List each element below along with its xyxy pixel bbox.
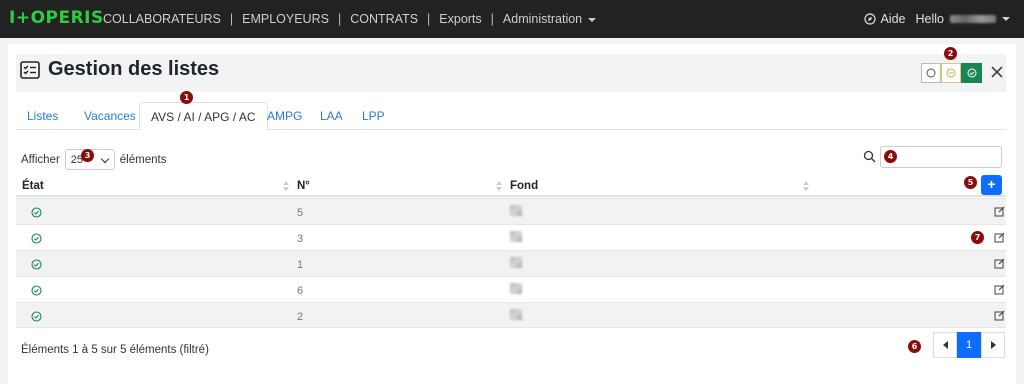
- chevron-down-icon: [100, 154, 110, 164]
- callout-badge: 1: [180, 91, 193, 104]
- status-filter-group: [921, 63, 982, 83]
- nav-contrats[interactable]: CONTRATS: [350, 12, 418, 26]
- nav-exports[interactable]: Exports: [439, 12, 481, 26]
- length-suffix: éléments: [119, 153, 167, 166]
- callout-badge: 7: [971, 231, 984, 244]
- callout-badge: 3: [81, 149, 94, 162]
- edit-icon[interactable]: [994, 310, 1005, 321]
- table-header: État N° Fond: [16, 175, 1006, 197]
- help-label: Aide: [880, 12, 906, 26]
- check-circle-icon: [31, 311, 42, 322]
- redacted-username: [950, 15, 996, 23]
- check-circle-icon: [967, 68, 976, 78]
- page-button[interactable]: 1: [957, 332, 981, 358]
- callout-badge: 2: [944, 47, 957, 60]
- nav-administration-label: Administration: [502, 12, 583, 26]
- list-icon: [20, 60, 40, 79]
- redacted-fond: [510, 231, 522, 242]
- page-length-control: Afficher 25 éléments: [21, 149, 166, 170]
- nav-collaborateurs[interactable]: COLLABORATEURS: [103, 12, 221, 26]
- redacted-fond: [510, 283, 522, 294]
- filter-active-button[interactable]: [961, 63, 982, 83]
- lists-card: Gestion des listes 2 Listes Vacances AVS…: [8, 44, 1016, 384]
- column-header-fond[interactable]: Fond: [510, 180, 538, 192]
- user-greeting: Hello: [915, 12, 945, 26]
- next-page-button[interactable]: [981, 332, 1005, 358]
- user-menu[interactable]: Hello: [915, 12, 1010, 26]
- minus-circle-icon: [946, 68, 956, 78]
- check-circle-icon: [31, 233, 42, 244]
- row-number: 2: [297, 311, 304, 323]
- tab-lpp[interactable]: LPP: [351, 102, 396, 130]
- tab-bar: Listes Vacances AVS / AI / APG / AC AMPG…: [16, 102, 1006, 131]
- check-circle-icon: [31, 207, 42, 218]
- compass-icon: [864, 13, 877, 25]
- filter-all-button[interactable]: [921, 63, 941, 83]
- table-row[interactable]: 1: [16, 250, 1006, 276]
- main-nav: COLLABORATEURS | EMPLOYEURS | CONTRATS |…: [103, 12, 597, 26]
- tab-avs[interactable]: AVS / AI / APG / AC: [139, 102, 268, 131]
- prev-page-button[interactable]: [933, 332, 957, 358]
- callout-badge: 4: [884, 150, 897, 163]
- nav-separator: |: [427, 12, 431, 26]
- caret-down-icon: [1002, 17, 1010, 21]
- edit-icon[interactable]: [994, 206, 1005, 217]
- arrow-left-icon: [942, 341, 948, 349]
- redacted-fond: [510, 309, 522, 320]
- row-number: 3: [297, 233, 304, 245]
- tab-ampg[interactable]: AMPG: [256, 102, 313, 130]
- help-link[interactable]: Aide: [864, 12, 906, 26]
- nav-right: Aide Hello: [864, 12, 1010, 26]
- sort-icon[interactable]: [496, 181, 502, 191]
- table-info: Éléments 1 à 5 sur 5 éléments (filtré): [21, 344, 209, 356]
- search-icon: [863, 150, 876, 163]
- nav-separator: |: [337, 12, 342, 26]
- top-navbar: I+OPERIS COLLABORATEURS | EMPLOYEURS | C…: [0, 0, 1024, 38]
- nav-separator: |: [229, 12, 234, 26]
- table-row[interactable]: 3: [16, 224, 1006, 250]
- close-icon[interactable]: [990, 63, 1004, 81]
- brand-logo[interactable]: I+OPERIS: [9, 8, 104, 28]
- sort-icon[interactable]: [803, 181, 809, 191]
- callout-badge: 5: [964, 176, 977, 189]
- nav-employeurs[interactable]: EMPLOYEURS: [242, 12, 329, 26]
- search-input[interactable]: [880, 146, 1002, 168]
- check-circle-icon: [31, 285, 42, 296]
- row-number: 6: [297, 285, 304, 297]
- row-number: 5: [297, 207, 304, 219]
- tab-vacances[interactable]: Vacances: [73, 102, 147, 130]
- redacted-fond: [510, 257, 522, 268]
- column-header-etat[interactable]: État: [22, 180, 44, 192]
- nav-separator: |: [490, 12, 494, 26]
- tab-listes[interactable]: Listes: [16, 102, 69, 130]
- filter-inactive-button[interactable]: [941, 63, 961, 83]
- edit-icon[interactable]: [994, 284, 1005, 295]
- length-prefix: Afficher: [21, 153, 60, 166]
- caret-down-icon: [588, 17, 597, 22]
- table-row[interactable]: 2: [16, 302, 1006, 328]
- page-title-text: Gestion des listes: [48, 58, 220, 80]
- column-header-num[interactable]: N°: [297, 180, 310, 192]
- arrow-right-icon: [990, 341, 996, 349]
- edit-icon[interactable]: [994, 258, 1005, 269]
- add-button[interactable]: +: [981, 175, 1002, 195]
- page-title: Gestion des listes: [20, 58, 219, 81]
- row-number: 1: [297, 259, 304, 271]
- nav-administration[interactable]: Administration: [502, 12, 597, 26]
- table-row[interactable]: 6: [16, 276, 1006, 302]
- check-circle-icon: [31, 259, 42, 270]
- redacted-fond: [510, 205, 522, 216]
- edit-icon[interactable]: [994, 232, 1005, 243]
- sort-icon[interactable]: [283, 181, 289, 191]
- pagination: 1: [933, 332, 1005, 358]
- tab-laa[interactable]: LAA: [309, 102, 354, 130]
- table-row[interactable]: 5: [16, 198, 1006, 224]
- callout-badge: 6: [908, 340, 921, 353]
- circle-icon: [926, 68, 936, 78]
